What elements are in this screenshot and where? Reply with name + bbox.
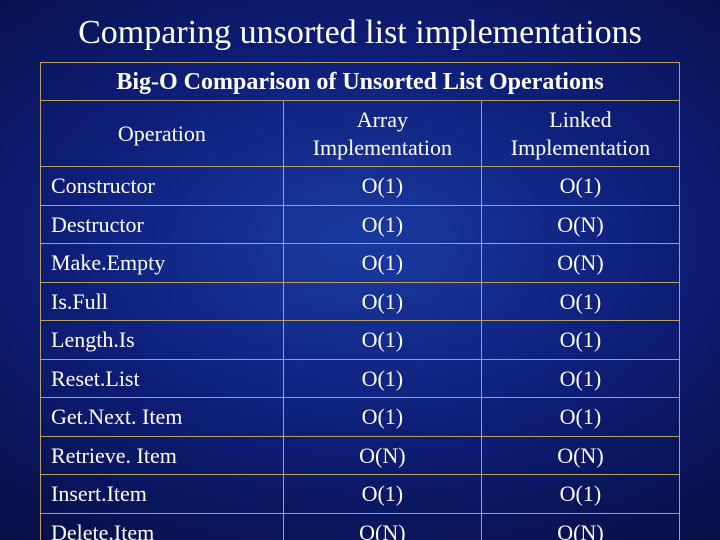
cell-array: O(1) bbox=[283, 398, 481, 437]
cell-linked: O(1) bbox=[481, 398, 679, 437]
cell-op: Insert.Item bbox=[41, 475, 284, 514]
slide: Comparing unsorted list implementations … bbox=[0, 0, 720, 540]
cell-array: O(1) bbox=[283, 167, 481, 206]
table-row: Delete.Item O(N) O(N) bbox=[41, 513, 680, 540]
comparison-table: Big-O Comparison of Unsorted List Operat… bbox=[40, 62, 680, 540]
cell-array: O(N) bbox=[283, 513, 481, 540]
cell-array: O(1) bbox=[283, 282, 481, 321]
table-row: Destructor O(1) O(N) bbox=[41, 205, 680, 244]
cell-op: Destructor bbox=[41, 205, 284, 244]
cell-op: Make.Empty bbox=[41, 244, 284, 283]
cell-array: O(1) bbox=[283, 244, 481, 283]
header-linked: Linked Implementation bbox=[481, 101, 679, 167]
table-header-row: Operation Array Implementation Linked Im… bbox=[41, 101, 680, 167]
cell-linked: O(1) bbox=[481, 167, 679, 206]
cell-linked: O(1) bbox=[481, 321, 679, 360]
header-operation: Operation bbox=[41, 101, 284, 167]
cell-op: Get.Next. Item bbox=[41, 398, 284, 437]
cell-op: Is.Full bbox=[41, 282, 284, 321]
cell-linked: O(N) bbox=[481, 513, 679, 540]
table-row: Make.Empty O(1) O(N) bbox=[41, 244, 680, 283]
cell-array: O(1) bbox=[283, 475, 481, 514]
cell-array: O(1) bbox=[283, 359, 481, 398]
cell-op: Reset.List bbox=[41, 359, 284, 398]
cell-linked: O(N) bbox=[481, 244, 679, 283]
table-caption: Big-O Comparison of Unsorted List Operat… bbox=[40, 62, 680, 100]
table-row: Is.Full O(1) O(1) bbox=[41, 282, 680, 321]
header-array: Array Implementation bbox=[283, 101, 481, 167]
table-row: Constructor O(1) O(1) bbox=[41, 167, 680, 206]
cell-array: O(1) bbox=[283, 205, 481, 244]
table-row: Insert.Item O(1) O(1) bbox=[41, 475, 680, 514]
cell-array: O(1) bbox=[283, 321, 481, 360]
cell-linked: O(1) bbox=[481, 475, 679, 514]
cell-linked: O(1) bbox=[481, 359, 679, 398]
cell-op: Constructor bbox=[41, 167, 284, 206]
cell-op: Length.Is bbox=[41, 321, 284, 360]
cell-op: Delete.Item bbox=[41, 513, 284, 540]
cell-op: Retrieve. Item bbox=[41, 436, 284, 475]
cell-linked: O(N) bbox=[481, 436, 679, 475]
table-row: Length.Is O(1) O(1) bbox=[41, 321, 680, 360]
table-body: Constructor O(1) O(1) Destructor O(1) O(… bbox=[41, 167, 680, 540]
table-row: Reset.List O(1) O(1) bbox=[41, 359, 680, 398]
cell-linked: O(1) bbox=[481, 282, 679, 321]
slide-title: Comparing unsorted list implementations bbox=[40, 14, 680, 52]
cell-array: O(N) bbox=[283, 436, 481, 475]
cell-linked: O(N) bbox=[481, 205, 679, 244]
table-row: Get.Next. Item O(1) O(1) bbox=[41, 398, 680, 437]
table-row: Retrieve. Item O(N) O(N) bbox=[41, 436, 680, 475]
